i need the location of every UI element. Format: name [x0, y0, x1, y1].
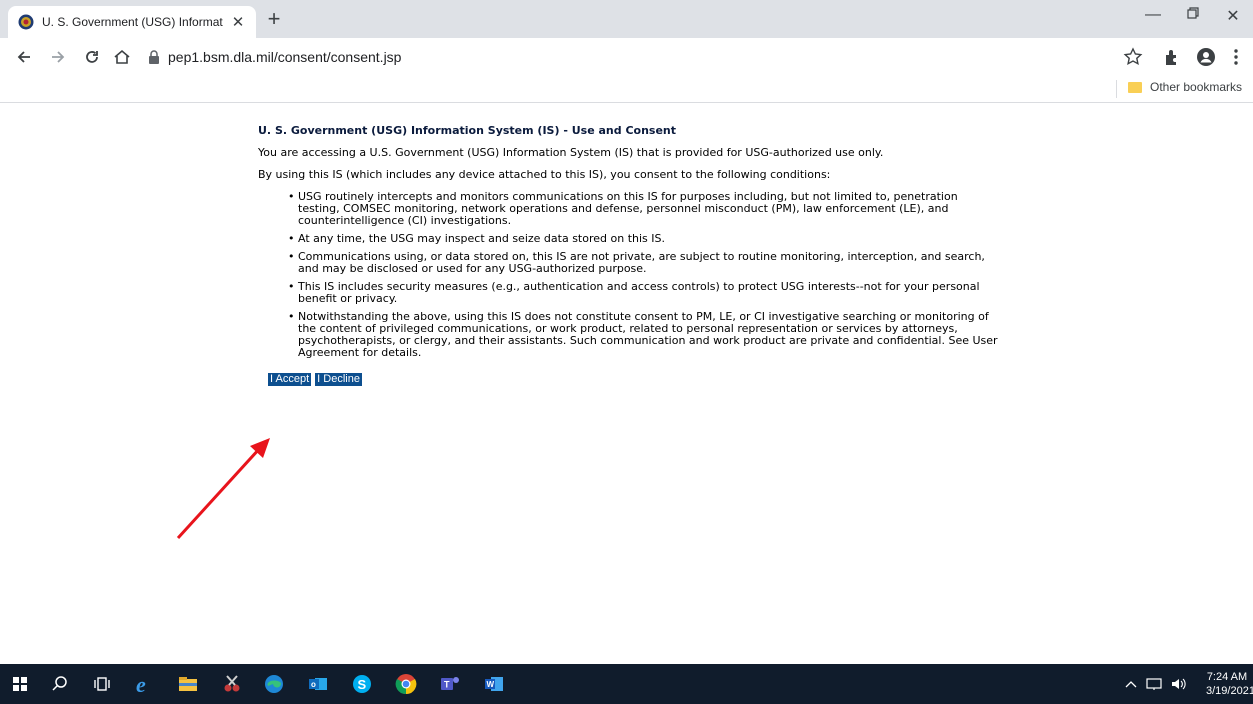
browser-toolbar: pep1.bsm.dla.mil/consent/consent.jsp [0, 38, 1253, 76]
tab-title: U. S. Government (USG) Informat [42, 15, 223, 29]
word-icon[interactable]: W [482, 672, 506, 696]
close-window-icon[interactable]: ✕ [1213, 6, 1253, 26]
snipping-tool-icon[interactable] [220, 672, 244, 696]
search-icon[interactable] [48, 672, 72, 696]
clock-date: 3/19/2021 [1206, 685, 1253, 697]
system-clock[interactable]: 7:24 AM 3/19/2021 [1206, 670, 1253, 698]
decline-button[interactable]: I Decline [315, 373, 362, 386]
condition-item: Communications using, or data stored on,… [288, 251, 998, 275]
annotation-arrow-icon [176, 438, 270, 540]
profile-avatar-icon[interactable] [1196, 47, 1216, 67]
tab-strip: U. S. Government (USG) Informat ✕ + — ✕ [0, 0, 1253, 38]
network-icon[interactable] [1146, 677, 1162, 691]
chrome-icon[interactable] [394, 672, 418, 696]
minimize-icon[interactable]: — [1133, 6, 1173, 24]
consent-text: By using this IS (which includes any dev… [258, 168, 831, 181]
consent-page: U. S. Government (USG) Information Syste… [258, 125, 998, 386]
menu-dots-icon[interactable] [1226, 47, 1246, 67]
volume-icon[interactable] [1170, 677, 1188, 691]
new-tab-button[interactable]: + [262, 8, 286, 32]
edge-icon[interactable] [262, 672, 286, 696]
browser-tab[interactable]: U. S. Government (USG) Informat ✕ [8, 6, 256, 38]
url-text: pep1.bsm.dla.mil/consent/consent.jsp [168, 49, 402, 65]
page-title: U. S. Government (USG) Information Syste… [258, 124, 677, 137]
accept-button[interactable]: I Accept [268, 373, 312, 386]
back-icon[interactable] [14, 47, 34, 67]
task-view-icon[interactable] [90, 672, 114, 696]
svg-text:e: e [136, 672, 146, 696]
dla-seal-icon [18, 14, 34, 30]
condition-item: At any time, the USG may inspect and sei… [288, 233, 998, 246]
svg-text:o: o [311, 680, 316, 689]
forward-icon[interactable] [48, 47, 68, 67]
folder-icon [1128, 81, 1142, 93]
home-icon[interactable] [112, 47, 132, 67]
reload-icon[interactable] [82, 47, 102, 67]
chevron-up-icon[interactable] [1124, 677, 1138, 691]
condition-item: Notwithstanding the above, using this IS… [288, 311, 998, 359]
consent-buttons: I Accept I Decline [268, 373, 998, 386]
bookmarks-divider [1116, 80, 1117, 98]
svg-text:T: T [444, 680, 450, 690]
restore-icon[interactable] [1173, 6, 1213, 24]
condition-item: This IS includes security measures (e.g.… [288, 281, 998, 305]
teams-icon[interactable]: T [438, 672, 462, 696]
bookmark-label: Other bookmarks [1150, 80, 1243, 94]
file-explorer-icon[interactable] [176, 672, 200, 696]
bookmark-star-icon[interactable] [1123, 47, 1143, 67]
skype-icon[interactable]: S [350, 672, 374, 696]
intro-text: You are accessing a U.S. Government (USG… [258, 146, 884, 159]
lock-icon [149, 50, 159, 64]
condition-item: USG routinely intercepts and monitors co… [288, 191, 998, 227]
svg-text:S: S [358, 677, 367, 692]
edge-legacy-icon[interactable]: e [132, 672, 156, 696]
windows-start-icon[interactable] [8, 672, 32, 696]
close-tab-icon[interactable]: ✕ [230, 13, 246, 31]
conditions-list: USG routinely intercepts and monitors co… [258, 191, 998, 359]
address-bar[interactable]: pep1.bsm.dla.mil/consent/consent.jsp [140, 43, 1110, 71]
windows-taskbar: e o S T W 7:24 AM 3/19/2021 [0, 664, 1253, 704]
extensions-icon[interactable] [1162, 47, 1182, 67]
bookmarks-bar: Other bookmarks [0, 76, 1253, 103]
outlook-icon[interactable]: o [306, 672, 330, 696]
svg-text:W: W [487, 680, 495, 689]
bookmark-other[interactable]: Other bookmarks [1128, 80, 1242, 94]
clock-time: 7:24 AM [1206, 671, 1248, 683]
